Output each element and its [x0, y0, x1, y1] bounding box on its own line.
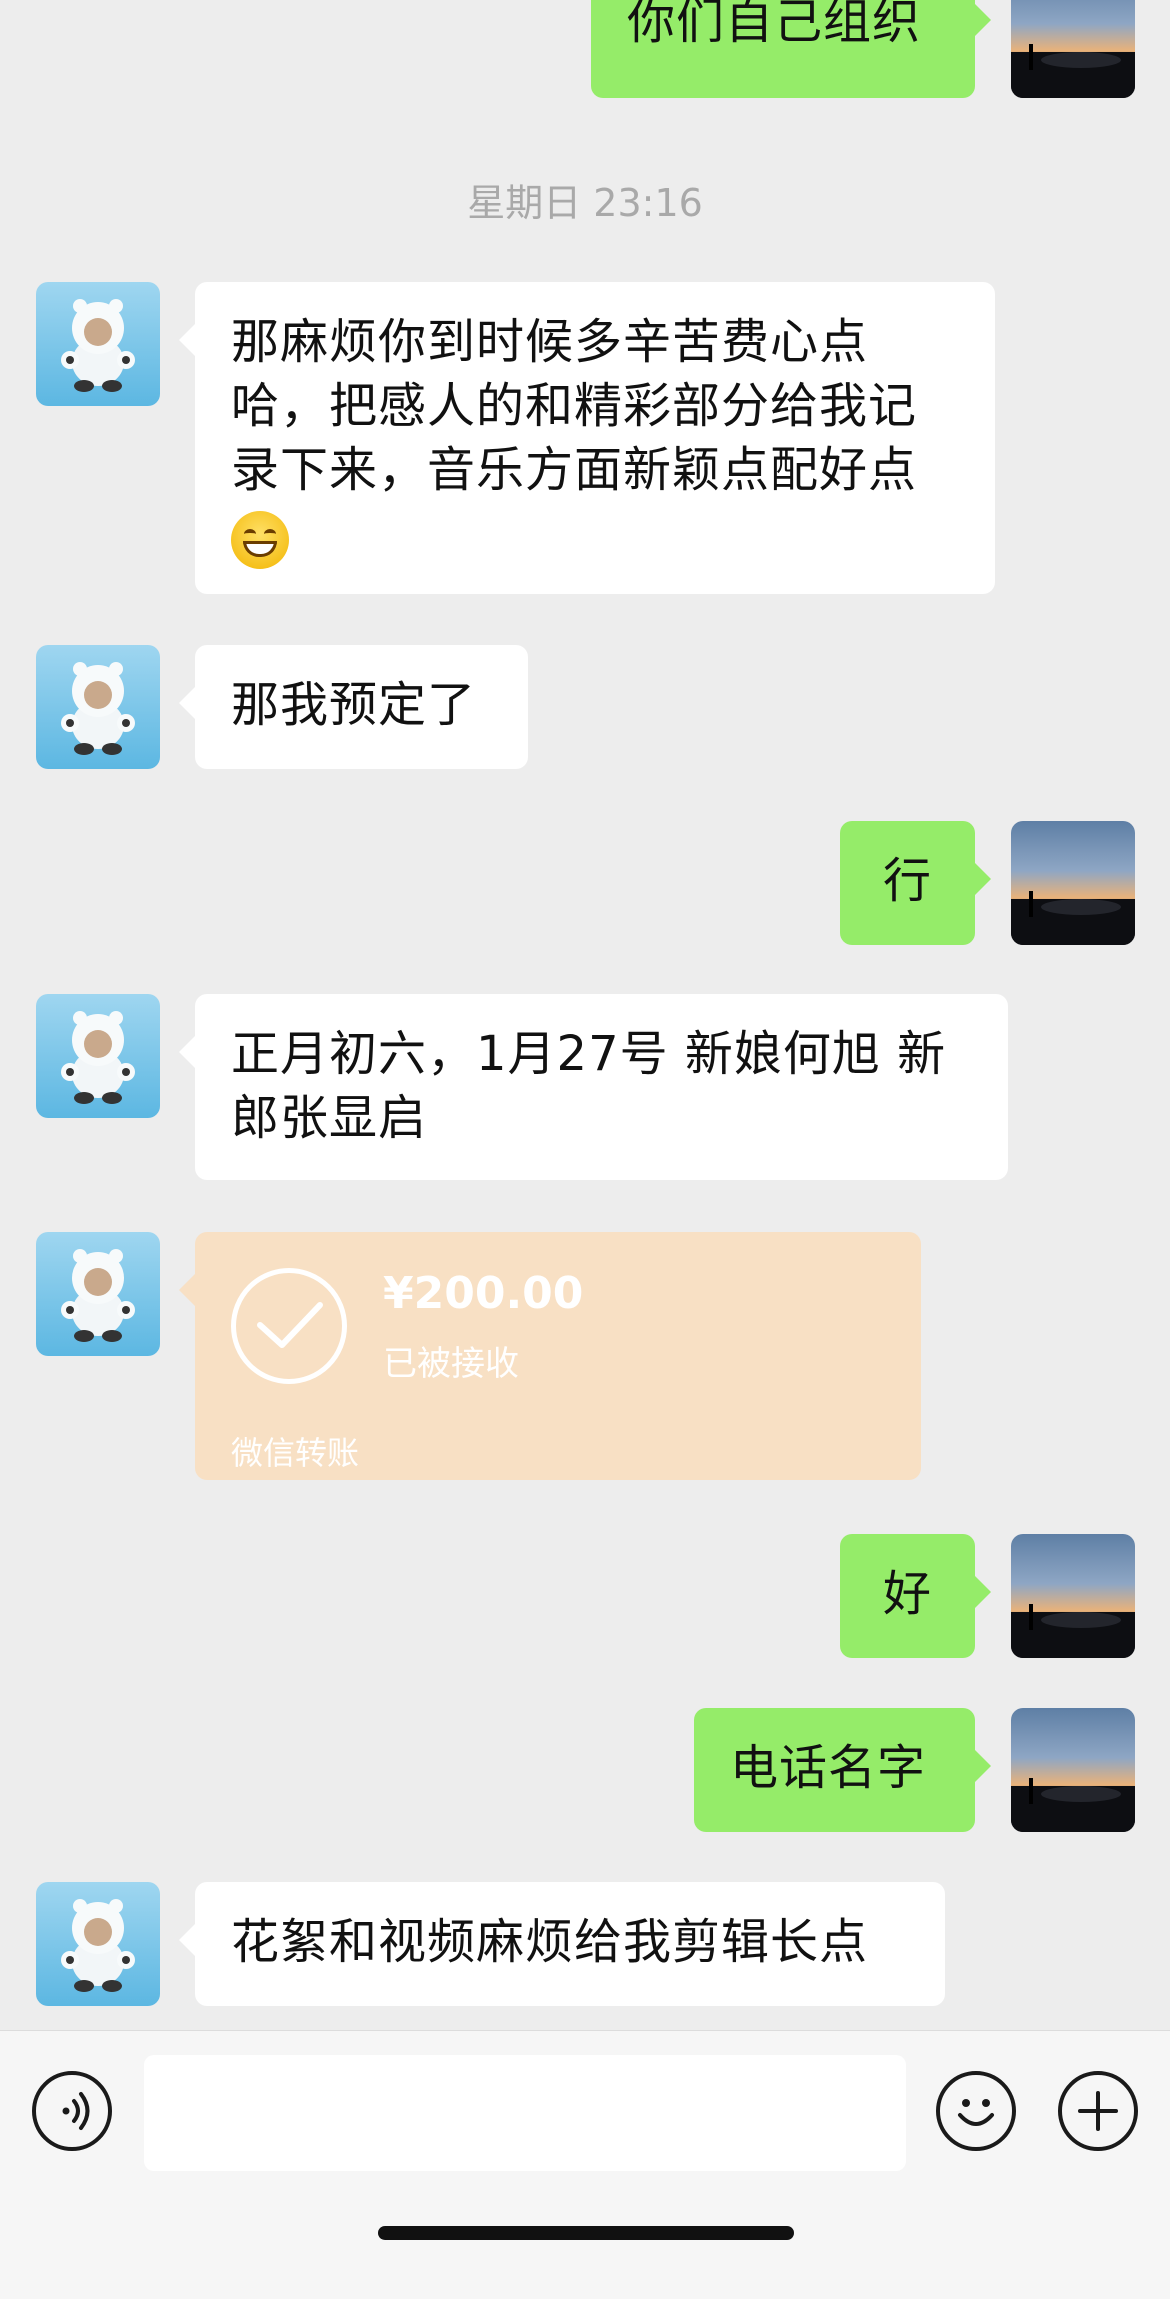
grinning-face-emoji-icon	[231, 511, 289, 569]
transfer-status: 已被接收	[383, 1344, 519, 1384]
my-avatar[interactable]	[1011, 0, 1135, 98]
input-bar	[0, 2030, 1170, 2299]
contact-avatar[interactable]	[36, 645, 160, 769]
contact-avatar[interactable]	[36, 994, 160, 1118]
chat-area[interactable]: 你们自己组织 星期日 23:16 那麻烦你到时候多辛苦费心点哈，把感人的和精彩部…	[0, 0, 1170, 2030]
message-bubble-sent[interactable]: 电话名字	[694, 1708, 991, 1832]
message-text-line: 正月初六，1月27号 新娘何旭 新	[231, 1026, 947, 1082]
message-text: 那我预定了	[231, 677, 477, 733]
message-text: 好	[882, 1566, 932, 1622]
message-bubble-received[interactable]: 正月初六，1月27号 新娘何旭 新 郎张显启	[179, 994, 1008, 1180]
my-avatar[interactable]	[1011, 821, 1135, 945]
transfer-amount: ¥200.00	[383, 1268, 584, 1319]
checkmark-icon	[231, 1268, 347, 1384]
message-bubble-sent[interactable]: 行	[840, 821, 991, 945]
message-text-line: 郎张显启	[231, 1090, 428, 1146]
my-avatar[interactable]	[1011, 1534, 1135, 1658]
contact-avatar[interactable]	[36, 282, 160, 406]
message-bubble-received[interactable]: 那麻烦你到时候多辛苦费心点哈，把感人的和精彩部分给我记录下来，音乐方面新颖点配好…	[179, 282, 995, 594]
emoji-icon[interactable]	[936, 2071, 1016, 2151]
contact-avatar[interactable]	[36, 1882, 160, 2006]
plus-icon[interactable]	[1058, 2071, 1138, 2151]
transfer-label: 微信转账	[231, 1434, 360, 1472]
wechat-transfer-card[interactable]: ¥200.00 已被接收 微信转账	[179, 1232, 921, 1480]
message-input[interactable]	[144, 2055, 906, 2171]
message-text: 花絮和视频麻烦给我剪辑长点	[231, 1914, 869, 1970]
timestamp: 星期日 23:16	[467, 181, 703, 225]
message-bubble-sent[interactable]: 你们自己组织	[591, 0, 991, 98]
message-text: 你们自己组织	[627, 0, 922, 50]
message-bubble-received[interactable]: 花絮和视频麻烦给我剪辑长点	[179, 1882, 945, 2006]
message-bubble-received[interactable]: 那我预定了	[179, 645, 528, 769]
message-bubble-sent[interactable]: 好	[840, 1534, 991, 1658]
my-avatar[interactable]	[1011, 1708, 1135, 1832]
message-text: 行	[882, 853, 932, 909]
home-indicator[interactable]	[378, 2226, 794, 2240]
message-text: 电话名字	[730, 1740, 927, 1796]
message-text: 那麻烦你到时候多辛苦费心点哈，把感人的和精彩部分给我记录下来，音乐方面新颖点配好…	[231, 314, 918, 498]
voice-icon[interactable]	[32, 2071, 112, 2151]
contact-avatar[interactable]	[36, 1232, 160, 1356]
